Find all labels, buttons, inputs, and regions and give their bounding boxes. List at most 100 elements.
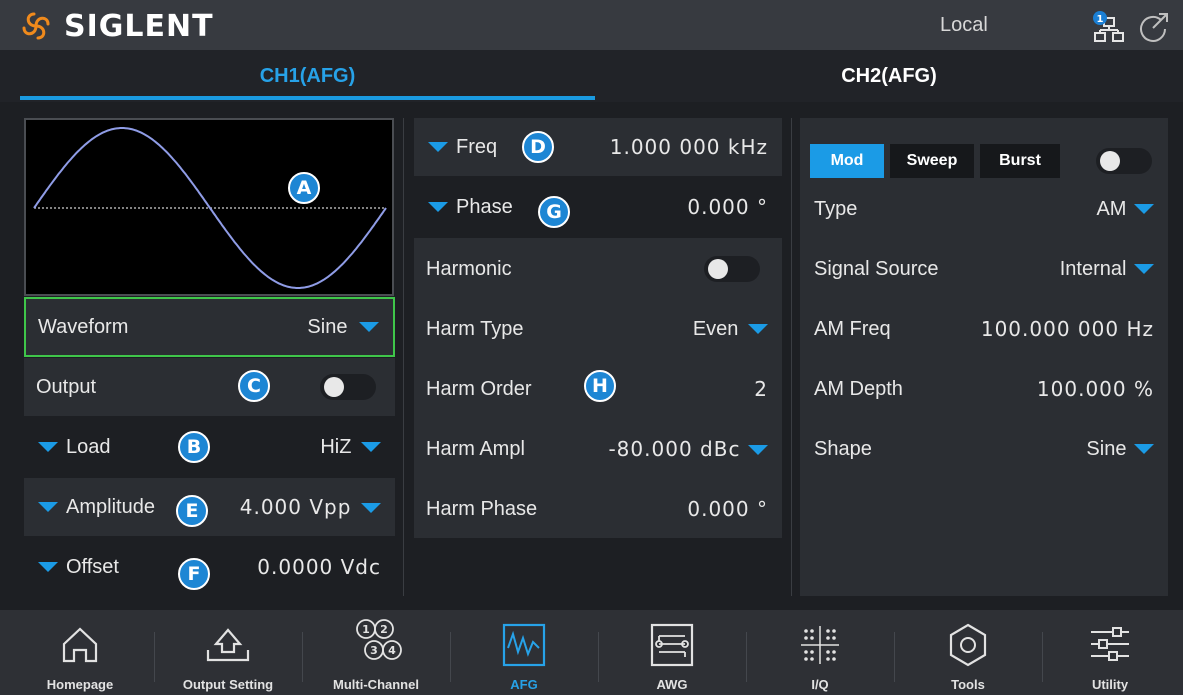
phase-label: Phase: [456, 195, 513, 218]
nav-output-setting[interactable]: Output Setting: [154, 610, 302, 695]
harm-ampl-row[interactable]: Harm Ampl -80.000 dBc: [414, 420, 782, 478]
mod-button[interactable]: Mod: [810, 144, 884, 178]
nav-multi-channel[interactable]: 1234 Multi-Channel: [302, 610, 450, 695]
harmonic-toggle[interactable]: [704, 256, 760, 282]
collapse-arrow-icon: [428, 142, 448, 153]
annotation-h: H: [584, 370, 616, 402]
am-freq-value[interactable]: 100.000 000 Hz: [981, 317, 1154, 341]
freq-label: Freq: [456, 135, 498, 158]
harmonic-label: Harmonic: [426, 257, 512, 280]
sweep-button[interactable]: Sweep: [890, 144, 974, 178]
nav-awg[interactable]: AWG: [598, 610, 746, 695]
am-depth-label: AM Depth: [814, 377, 903, 400]
freq-row[interactable]: Freq D 1.000 000 kHz: [414, 118, 782, 176]
modulation-panel: Mod Sweep Burst Type AM Signal Source In…: [800, 118, 1168, 596]
amplitude-select[interactable]: 4.000 Vpp: [240, 495, 381, 520]
nav-label: Multi-Channel: [333, 677, 419, 692]
top-bar: SIGLENT Local 1: [0, 0, 1183, 50]
harm-order-label: Harm Order: [426, 377, 532, 400]
annotation-b: B: [178, 431, 210, 463]
remote-status-text: Local: [940, 14, 988, 36]
am-depth-value[interactable]: 100.000 %: [1037, 377, 1154, 401]
active-tab-underline: [20, 96, 595, 100]
offset-value[interactable]: 0.0000 Vdc: [257, 555, 381, 580]
network-icon[interactable]: 1: [1092, 10, 1126, 49]
afg-waveform-icon: [502, 623, 546, 667]
dropdown-arrow-icon: [748, 324, 768, 335]
am-depth-row[interactable]: AM Depth 100.000 %: [800, 360, 1168, 418]
annotation-d: D: [522, 131, 554, 163]
nav-tools[interactable]: Tools: [894, 610, 1042, 695]
harm-ampl-value: -80.000 dBc: [608, 436, 741, 461]
waveform-select[interactable]: Sine: [307, 316, 379, 339]
dropdown-arrow-icon: [1134, 204, 1154, 215]
harm-type-select[interactable]: Even: [693, 318, 768, 341]
signal-source-select[interactable]: Internal: [1060, 258, 1154, 281]
column-divider: [791, 118, 792, 596]
output-toggle[interactable]: [320, 374, 376, 400]
phase-value[interactable]: 0.000 °: [687, 195, 768, 219]
dropdown-arrow-icon: [361, 442, 381, 453]
nav-label: Tools: [951, 677, 985, 692]
am-freq-row[interactable]: AM Freq 100.000 000 Hz: [800, 300, 1168, 358]
siglent-logo: SIGLENT: [18, 8, 214, 44]
harm-order-value[interactable]: 2: [754, 377, 768, 401]
load-value: HiZ: [320, 435, 352, 458]
harm-order-row[interactable]: Harm Order H 2: [414, 360, 782, 418]
offset-label: Offset: [66, 555, 119, 578]
channel-tab-bar: CH1(AFG) CH2(AFG): [0, 50, 1183, 102]
svg-text:3: 3: [370, 644, 378, 657]
harm-phase-value[interactable]: 0.000 °: [687, 497, 768, 521]
harmonic-panel: Harmonic Harm Type Even Harm Order H 2 H…: [414, 238, 782, 538]
dropdown-arrow-icon: [1134, 444, 1154, 455]
shape-row[interactable]: Shape Sine: [800, 420, 1168, 478]
bottom-nav: Homepage Output Setting 1234 Multi-Chann…: [0, 610, 1183, 695]
harm-phase-row[interactable]: Harm Phase 0.000 °: [414, 480, 782, 538]
dropdown-arrow-icon: [1134, 264, 1154, 275]
offset-row[interactable]: Offset F 0.0000 Vdc: [24, 538, 395, 596]
type-row[interactable]: Type AM: [800, 180, 1168, 238]
nav-homepage[interactable]: Homepage: [6, 610, 154, 695]
waveform-row[interactable]: Waveform Sine: [24, 297, 395, 357]
nav-iq[interactable]: I/Q: [746, 610, 894, 695]
nav-afg[interactable]: AFG: [450, 610, 598, 695]
collapse-arrow-icon: [38, 442, 58, 453]
svg-text:1: 1: [362, 623, 370, 636]
dropdown-arrow-icon: [748, 445, 768, 456]
phase-row[interactable]: Phase G 0.000 °: [414, 178, 782, 236]
tools-hex-nut-icon: [949, 623, 987, 667]
shape-select[interactable]: Sine: [1086, 438, 1154, 461]
mode-enable-toggle[interactable]: [1096, 148, 1152, 174]
amplitude-value: 4.000 Vpp: [239, 494, 352, 519]
load-select[interactable]: HiZ: [320, 436, 381, 459]
load-label: Load: [66, 435, 111, 458]
load-row[interactable]: Load B HiZ: [24, 418, 395, 476]
burst-button[interactable]: Burst: [980, 144, 1060, 178]
nav-label: I/Q: [811, 677, 829, 692]
output-setting-icon: [206, 628, 250, 662]
nav-label: AWG: [656, 677, 688, 692]
collapse-arrow-icon: [38, 502, 58, 513]
waveform-value: Sine: [307, 315, 348, 338]
tab-ch1[interactable]: CH1(AFG): [20, 50, 595, 102]
share-arrow-icon[interactable]: [1137, 10, 1171, 49]
tab-ch2[interactable]: CH2(AFG): [595, 50, 1183, 102]
multi-channel-icon: 1 23 4: [356, 619, 402, 660]
harm-ampl-label: Harm Ampl: [426, 437, 525, 460]
harm-type-row[interactable]: Harm Type Even: [414, 300, 782, 358]
signal-source-row[interactable]: Signal Source Internal: [800, 240, 1168, 298]
nav-label: Output Setting: [182, 677, 274, 692]
type-value: AM: [1096, 197, 1127, 220]
annotation-a: A: [288, 172, 320, 204]
brand-name: SIGLENT: [64, 8, 214, 44]
type-select[interactable]: AM: [1096, 198, 1154, 221]
harm-ampl-select[interactable]: -80.000 dBc: [608, 437, 768, 462]
shape-value: Sine: [1086, 437, 1127, 460]
signal-source-label: Signal Source: [814, 257, 939, 280]
freq-value[interactable]: 1.000 000 kHz: [610, 135, 768, 159]
annotation-f: F: [178, 558, 210, 590]
amplitude-row[interactable]: Amplitude E 4.000 Vpp: [24, 478, 395, 536]
toggle-knob: [1100, 151, 1120, 171]
nav-utility[interactable]: Utility: [1036, 610, 1183, 695]
svg-text:2: 2: [380, 623, 388, 636]
